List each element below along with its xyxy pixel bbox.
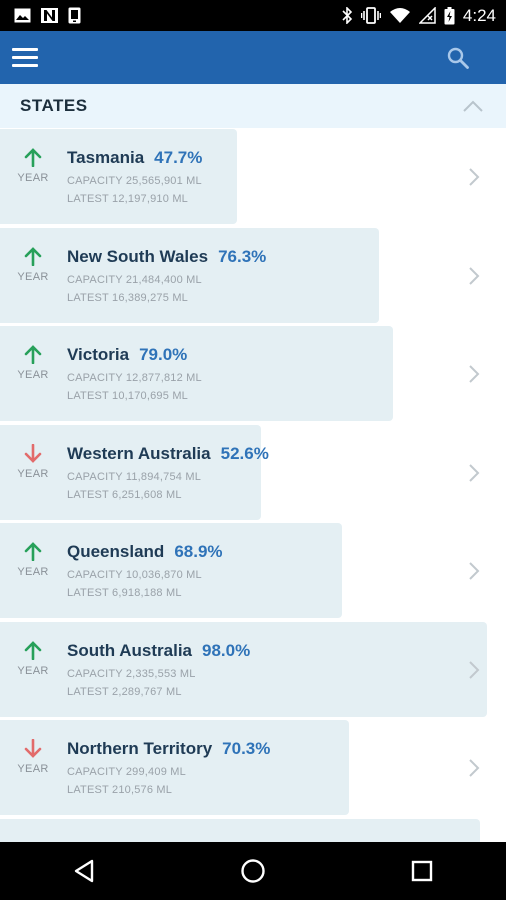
state-capacity: CAPACITY 12,877,812 ML (67, 372, 202, 384)
state-latest: LATEST 6,251,608 ML (67, 488, 182, 501)
state-title-line: Tasmania 47.7% (67, 148, 202, 168)
chevron-up-icon[interactable] (462, 99, 484, 113)
home-icon[interactable] (233, 851, 273, 891)
arrow-up-icon (24, 246, 42, 266)
trend-label: YEAR (17, 172, 49, 184)
section-title: STATES (20, 96, 88, 115)
state-title-line: Queensland 68.9% (67, 542, 223, 562)
state-percent: 98.0% (202, 640, 251, 660)
trend-label: YEAR (17, 566, 49, 578)
state-name: Queensland (67, 542, 165, 561)
state-row[interactable] (0, 818, 506, 842)
trend-indicator: YEAR (13, 542, 53, 578)
state-row[interactable]: YEAR New South Wales 76.3% CAPACITY 21,484,… (0, 227, 506, 325)
n-icon (41, 8, 58, 23)
state-latest: LATEST 2,289,767 ML (67, 685, 182, 698)
chevron-right-icon[interactable] (468, 168, 480, 186)
back-icon[interactable] (64, 851, 104, 891)
trend-label: YEAR (17, 664, 49, 677)
trend-indicator: YEAR (13, 739, 53, 775)
state-latest: LATEST 210,576 ML (67, 784, 173, 796)
trend-indicator: YEAR (13, 345, 53, 381)
trend-label: YEAR (17, 369, 49, 381)
chevron-right-icon[interactable] (468, 365, 480, 383)
state-percent: 47.7% (154, 148, 203, 167)
state-capacity: CAPACITY 2,335,553 ML (67, 667, 196, 680)
state-capacity: CAPACITY 11,894,754 ML (67, 470, 202, 483)
phone-icon (68, 7, 81, 24)
state-percent: 70.3% (222, 739, 271, 758)
state-name: Tasmania (67, 148, 145, 167)
state-capacity: CAPACITY 299,409 ML (67, 766, 186, 778)
bluetooth-icon (342, 7, 353, 24)
arrow-up-icon (24, 148, 42, 167)
state-capacity: CAPACITY 21,484,400 ML (67, 273, 202, 286)
chevron-right-icon[interactable] (468, 266, 480, 285)
state-percent: 68.9% (174, 542, 223, 561)
navigation-bar (0, 842, 506, 900)
state-name: South Australia (67, 640, 192, 660)
state-title-line: South Australia 98.0% (67, 641, 250, 661)
state-row[interactable]: YEAR Northern Territory 70.3% CAPACITY 299,… (0, 719, 506, 817)
state-name: Western Australia (67, 443, 211, 463)
arrow-down-icon (24, 443, 42, 463)
arrow-up-icon (24, 640, 42, 660)
state-percent: 79.0% (139, 345, 188, 364)
arrow-up-icon (24, 542, 42, 561)
state-percent: 76.3% (218, 246, 267, 266)
vibrate-icon (360, 7, 381, 24)
signal-icon (418, 7, 436, 24)
state-row[interactable]: YEAR Queensland 68.9% CAPACITY 10,036,870 M… (0, 522, 506, 620)
arrow-up-icon (24, 345, 42, 364)
search-icon[interactable] (446, 46, 470, 70)
status-time: 4:24 (462, 5, 496, 25)
state-percent: 52.6% (220, 443, 269, 463)
chevron-right-icon[interactable] (468, 660, 480, 679)
state-latest: LATEST 12,197,910 ML (67, 193, 188, 205)
state-row[interactable]: YEAR South Australia 98.0% CAPACITY 2,335,5… (0, 621, 506, 719)
state-title-line: Victoria 79.0% (67, 345, 187, 365)
state-row[interactable]: YEAR Western Australia 52.6% CAPACITY 11,89… (0, 424, 506, 522)
recents-icon[interactable] (402, 851, 442, 891)
chevron-right-icon[interactable] (468, 759, 480, 777)
state-capacity: CAPACITY 25,565,901 ML (67, 175, 202, 187)
state-title-line: Northern Territory 70.3% (67, 739, 270, 759)
state-latest: LATEST 10,170,695 ML (67, 390, 188, 402)
chevron-right-icon[interactable] (468, 562, 480, 580)
app-bar (0, 31, 506, 84)
wifi-icon (389, 8, 410, 23)
status-bar: 4:24 (0, 0, 506, 31)
trend-indicator: YEAR (13, 246, 53, 283)
image-icon (14, 8, 31, 23)
capacity-fill-bar (0, 818, 480, 842)
state-name: Northern Territory (67, 739, 213, 758)
chevron-right-icon[interactable] (468, 463, 480, 482)
state-title-line: Western Australia 52.6% (67, 444, 269, 464)
hamburger-menu-icon[interactable] (12, 47, 38, 68)
state-list: YEAR Tasmania 47.7% CAPACITY 25,565,901 ML L… (0, 128, 506, 842)
trend-label: YEAR (17, 763, 49, 775)
battery-icon (444, 6, 455, 24)
state-row[interactable]: YEAR Victoria 79.0% CAPACITY 12,877,812 ML L… (0, 325, 506, 423)
status-left-icons (0, 7, 81, 24)
state-name: New South Wales (67, 246, 209, 266)
state-name: Victoria (67, 345, 130, 364)
status-right-icons: 4:24 (341, 6, 506, 26)
trend-indicator: YEAR (13, 443, 53, 480)
state-title-line: New South Wales 76.3% (67, 247, 266, 267)
trend-indicator: YEAR (13, 148, 53, 184)
trend-indicator: YEAR (13, 640, 53, 677)
section-header[interactable]: STATES (0, 84, 506, 128)
state-capacity: CAPACITY 10,036,870 ML (67, 569, 202, 581)
arrow-down-icon (24, 739, 42, 758)
state-row[interactable]: YEAR Tasmania 47.7% CAPACITY 25,565,901 ML L… (0, 128, 506, 226)
state-latest: LATEST 6,918,188 ML (67, 587, 182, 599)
trend-label: YEAR (17, 467, 49, 480)
state-latest: LATEST 16,389,275 ML (67, 291, 188, 304)
trend-label: YEAR (17, 270, 49, 283)
